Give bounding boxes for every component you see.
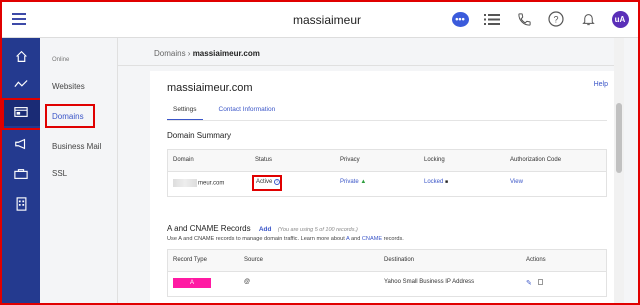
bell-icon[interactable]	[578, 9, 598, 29]
edit-icon[interactable]: ✎	[526, 280, 532, 287]
avatar[interactable]: uA	[610, 9, 630, 29]
col-authorization-code: Authorization Code	[510, 157, 562, 163]
top-bar: massiaimeur ••• ? uA	[2, 2, 638, 38]
col-record-type: Record Type	[173, 257, 207, 263]
thumbs-up-icon: ▲	[360, 179, 367, 185]
delete-icon[interactable]	[537, 279, 543, 285]
col-source: Source	[244, 257, 264, 263]
record-actions: ✎	[526, 279, 543, 287]
secondary-nav: Online Websites Domains Business Mail SS…	[40, 38, 118, 303]
megaphone-icon[interactable]	[2, 130, 40, 158]
col-privacy: Privacy	[340, 157, 360, 163]
nav-item-websites[interactable]: Websites	[52, 82, 85, 91]
tab-settings[interactable]: Settings	[167, 106, 203, 121]
table-row: meur.com Active ? Private ▲ Locked ■ Vie…	[168, 172, 606, 196]
records-usage: (You are using 5 of 100 records.)	[277, 227, 358, 233]
tab-bar: Settings Contact Information	[167, 106, 275, 121]
table-row: A @ Yahoo Small Business IP Address ✎	[168, 272, 606, 296]
domain-summary-table: Domain Status Privacy Locking Authorizat…	[167, 149, 607, 197]
help-icon[interactable]: ?	[546, 9, 566, 29]
svg-text:?: ?	[553, 15, 558, 25]
record-type-badge: A	[173, 278, 211, 288]
nav-item-domains[interactable]: Domains	[52, 112, 84, 121]
site-title: massiaimeur	[293, 13, 362, 27]
record-source: @	[244, 279, 251, 285]
page-title: massiaimeur.com	[167, 82, 253, 94]
left-rail	[2, 38, 42, 303]
home-icon[interactable]	[2, 42, 40, 70]
breadcrumb: Domains › massiaimeur.com	[154, 49, 260, 58]
breadcrumb-current: massiaimeur.com	[192, 49, 260, 58]
domain-summary-heading: Domain Summary	[167, 131, 232, 140]
table-header: Record Type Source Destination Actions	[168, 250, 606, 272]
nav-item-ssl[interactable]: SSL	[52, 169, 67, 178]
app-frame: massiaimeur ••• ? uA Online Websites Dom…	[0, 0, 640, 305]
status-cell: Active ?	[256, 179, 281, 185]
building-icon[interactable]	[2, 190, 40, 218]
domain-cell: meur.com	[173, 179, 224, 187]
phone-icon[interactable]	[514, 9, 534, 29]
menu-icon[interactable]	[12, 13, 26, 25]
col-destination: Destination	[384, 257, 415, 263]
col-status: Status	[255, 157, 273, 163]
info-icon: ?	[274, 179, 281, 185]
domains-icon[interactable]	[2, 98, 42, 130]
records-description: Use A and CNAME records to manage domain…	[167, 236, 404, 242]
domain-card: massiaimeur.com Help Settings Contact In…	[150, 71, 616, 303]
table-header: Domain Status Privacy Locking Authorizat…	[168, 150, 606, 172]
top-icons: ••• ? uA	[450, 9, 630, 29]
nav-section-label: Online	[52, 57, 70, 63]
record-destination: Yahoo Small Business IP Address	[384, 279, 475, 285]
add-record-link[interactable]: Add	[259, 226, 272, 233]
nav-item-business-mail[interactable]: Business Mail	[52, 142, 101, 151]
lock-icon: ■	[445, 179, 449, 185]
privacy-link[interactable]: Private ▲	[340, 179, 366, 185]
col-locking: Locking	[424, 157, 445, 163]
main-content: Domains › massiaimeur.com massiaimeur.co…	[118, 38, 638, 303]
help-link[interactable]: Help	[594, 81, 608, 88]
briefcase-icon[interactable]	[2, 160, 40, 188]
col-domain: Domain	[173, 157, 194, 163]
tab-contact-information[interactable]: Contact Information	[219, 106, 276, 121]
col-actions: Actions	[526, 257, 546, 263]
records-table: Record Type Source Destination Actions A…	[167, 249, 607, 297]
locking-link[interactable]: Locked ■	[424, 179, 448, 185]
list-icon[interactable]	[482, 9, 502, 29]
chat-icon[interactable]: •••	[450, 9, 470, 29]
cname-record-link[interactable]: CNAME	[362, 236, 382, 242]
activity-icon[interactable]	[2, 70, 40, 98]
redacted-text	[173, 179, 197, 187]
breadcrumb-root[interactable]: Domains	[154, 49, 186, 58]
records-heading: A and CNAME Records Add (You are using 5…	[167, 224, 358, 233]
view-auth-code-link[interactable]: View	[510, 179, 523, 185]
scrollbar[interactable]	[614, 38, 624, 303]
